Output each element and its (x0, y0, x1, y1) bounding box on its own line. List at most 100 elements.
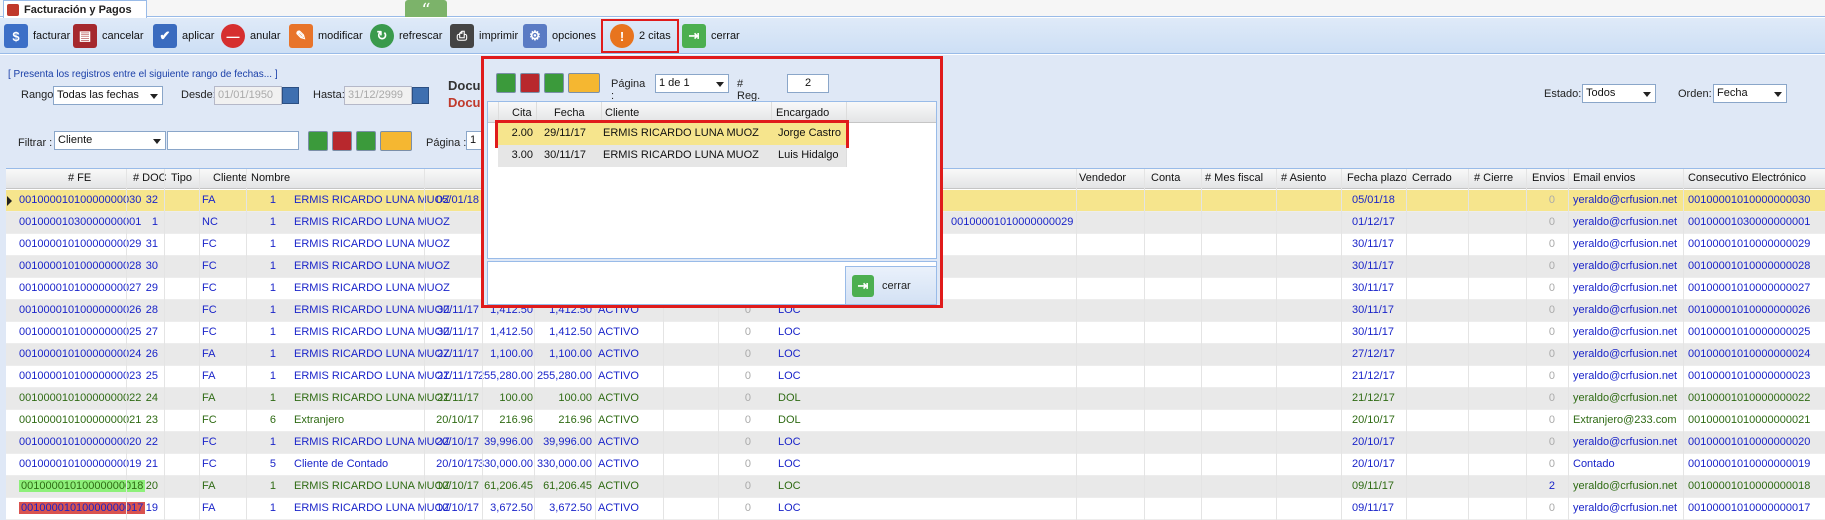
filtrar-field-select[interactable]: Cliente (54, 131, 166, 150)
modificar-button[interactable]: ✎ modificar (289, 23, 363, 49)
grid-cell-email: yeraldo@crfusion.net (1573, 216, 1678, 228)
citas-row[interactable]: 3.00 30/11/17 ERMIS RICARDO LUNA MUOZ Luis … (498, 145, 846, 167)
grid-cell-est: ACTIVO (598, 392, 639, 404)
popup-pagina-select[interactable]: 1 de 1 (655, 74, 729, 93)
orden-select[interactable]: Fecha (1713, 84, 1787, 103)
cerrar-button[interactable]: ⇥ cerrar (682, 23, 740, 49)
opciones-button[interactable]: ⚙ opciones (523, 23, 596, 49)
filter-down-icon[interactable] (308, 131, 328, 151)
grid-cell-doc: 20 (145, 480, 158, 492)
grid-cell-nom: ERMIS RICARDO LUNA MUOZ (294, 480, 450, 492)
popup-export-icon[interactable] (544, 73, 564, 93)
estado-select[interactable]: Todos (1582, 84, 1656, 103)
grid-cell-m2: 1,412.50 (549, 326, 592, 338)
grid-col-header[interactable]: Tipo (171, 172, 192, 184)
opciones-label: opciones (552, 30, 597, 42)
grid-cell-est: ACTIVO (598, 480, 639, 492)
grid-cell-cons: 00100001010000000030 (1688, 194, 1811, 206)
grid-cell-plazo: 30/11/17 (1352, 304, 1395, 316)
grid-col-header[interactable]: # Cierre (1474, 172, 1513, 184)
anular-button[interactable]: — anular (221, 23, 281, 49)
grid-cell-est: ACTIVO (598, 458, 639, 470)
grid-cell-plazo: 30/11/17 (1352, 326, 1395, 338)
grid-col-header[interactable]: Cliente (213, 172, 247, 184)
grid-cell-est: ACTIVO (598, 326, 639, 338)
grid-cell-email: yeraldo@crfusion.net (1573, 370, 1678, 382)
grid-cell-plazo: 09/11/17 (1352, 502, 1395, 514)
popup-filter-down-icon[interactable] (496, 73, 516, 93)
grid-cell-env: 0 (1548, 436, 1555, 448)
grid-col-header[interactable]: Nombre (251, 172, 290, 184)
grid-col-header[interactable]: Vendedor (1079, 172, 1126, 184)
refresh-icon: ↻ (370, 24, 394, 48)
citas-col-header[interactable]: Cliente (605, 107, 639, 119)
grid-cell-tipo: FA (202, 194, 216, 206)
table-row[interactable]: 00100001010000000019 21 FC 5 Cliente de Cont… (6, 454, 1825, 476)
calendar-icon[interactable] (412, 87, 429, 104)
table-row[interactable]: 00100001010000000023 25 FA 1 ERMIS RICARDO L… (6, 366, 1825, 388)
grid-cell-nom: ERMIS RICARDO LUNA MUOZ (294, 436, 450, 448)
facturar-button[interactable]: $ facturar (4, 23, 70, 49)
filtrar-text-input[interactable] (167, 131, 299, 150)
grid-col-header[interactable]: Email envios (1573, 172, 1635, 184)
grid-col-header[interactable]: # DOC (133, 172, 167, 184)
grid-col-header[interactable]: # Mes fiscal (1205, 172, 1263, 184)
citas-col-header[interactable]: Fecha (554, 107, 585, 119)
grid-col-header[interactable]: Envios (1532, 172, 1565, 184)
invoice-icon: $ (4, 24, 28, 48)
rango-select[interactable]: Todas las fechas (53, 86, 163, 105)
citas-row[interactable]: 2.00 29/11/17 ERMIS RICARDO LUNA MUOZ Jorge… (495, 120, 849, 148)
grid-cell-loc: LOC (778, 502, 801, 514)
popup-settings-icon[interactable] (568, 73, 600, 93)
table-row[interactable]: 00100001010000000017 19 FA 1 ERMIS RICARDO L… (6, 498, 1825, 520)
desde-field[interactable]: 01/01/1950 (214, 86, 282, 105)
grid-cell-email: yeraldo@crfusion.net (1573, 348, 1678, 360)
citas-cell-enc: Jorge Castro (778, 127, 841, 139)
filter-clear-icon[interactable] (332, 131, 352, 151)
grid-cell-loc: DOL (778, 414, 801, 426)
grid-col-header[interactable]: Fecha plazo (1347, 172, 1407, 184)
cancelar-button[interactable]: ▤ cancelar (73, 23, 144, 49)
grid-cell-cli: 1 (269, 480, 276, 492)
imprimir-label: imprimir (479, 30, 519, 42)
hasta-field[interactable]: 31/12/2999 (344, 86, 412, 105)
table-row[interactable]: 00100001010000000020 22 FC 1 ERMIS RICARDO L… (6, 432, 1825, 454)
grid-cell-cli: 1 (269, 304, 276, 316)
citas-col-header[interactable]: Cita (512, 107, 532, 119)
popup-reg-field[interactable]: 2 (787, 74, 829, 93)
grid-column-divider (1468, 169, 1469, 520)
grid-pagina-label: Página : (426, 137, 467, 149)
grid-cell-m1: 330,000.00 (477, 458, 533, 470)
aplicar-button[interactable]: ✔ aplicar (153, 23, 214, 49)
filter-export-icon[interactable] (356, 131, 376, 151)
tab-facturacion[interactable]: Facturación y Pagos (3, 0, 147, 18)
popup-close-button[interactable]: ⇥ cerrar (845, 266, 937, 305)
grid-column-divider (199, 169, 200, 520)
grid-col-header[interactable]: # FE (68, 172, 91, 184)
imprimir-button[interactable]: ⎙ imprimir (450, 23, 518, 49)
grid-cell-z: 0 (744, 392, 751, 404)
table-row[interactable]: 00100001010000000022 24 FA 1 ERMIS RICARDO L… (6, 388, 1825, 410)
grid-cell-doc: 1 (151, 216, 158, 228)
table-row[interactable]: 00100001010000000024 26 FA 1 ERMIS RICARDO L… (6, 344, 1825, 366)
refrescar-button[interactable]: ↻ refrescar (370, 23, 442, 49)
filter-settings-icon[interactable] (380, 131, 412, 151)
grid-cell-cons: 00100001010000000021 (1688, 414, 1811, 426)
table-row[interactable]: 00100001010000000025 27 FC 1 ERMIS RICARDO L… (6, 322, 1825, 344)
calendar-icon[interactable] (282, 87, 299, 104)
grid-cell-m1: 216.96 (499, 414, 533, 426)
popup-clear-icon[interactable] (520, 73, 540, 93)
grid-cell-loc: LOC (778, 326, 801, 338)
table-row[interactable]: 00100001010000000018 20 FA 1 ERMIS RICARDO L… (6, 476, 1825, 498)
grid-cell-m2: 39,996.00 (543, 436, 592, 448)
citas-col-header[interactable]: Encargado (776, 107, 829, 119)
grid-cell-loc: LOC (778, 348, 801, 360)
citas-cell-cita: 3.00 (511, 149, 533, 161)
grid-col-header[interactable]: Conta (1151, 172, 1180, 184)
grid-cell-plazo: 01/12/17 (1352, 216, 1395, 228)
grid-col-header[interactable]: # Asiento (1281, 172, 1326, 184)
grid-col-header[interactable]: Cerrado (1412, 172, 1452, 184)
grid-col-header[interactable]: Consecutivo Electrónico (1688, 172, 1806, 184)
table-row[interactable]: 00100001010000000021 23 FC 6 Extranjero 20/10… (6, 410, 1825, 432)
grid-column-divider (1406, 169, 1407, 520)
